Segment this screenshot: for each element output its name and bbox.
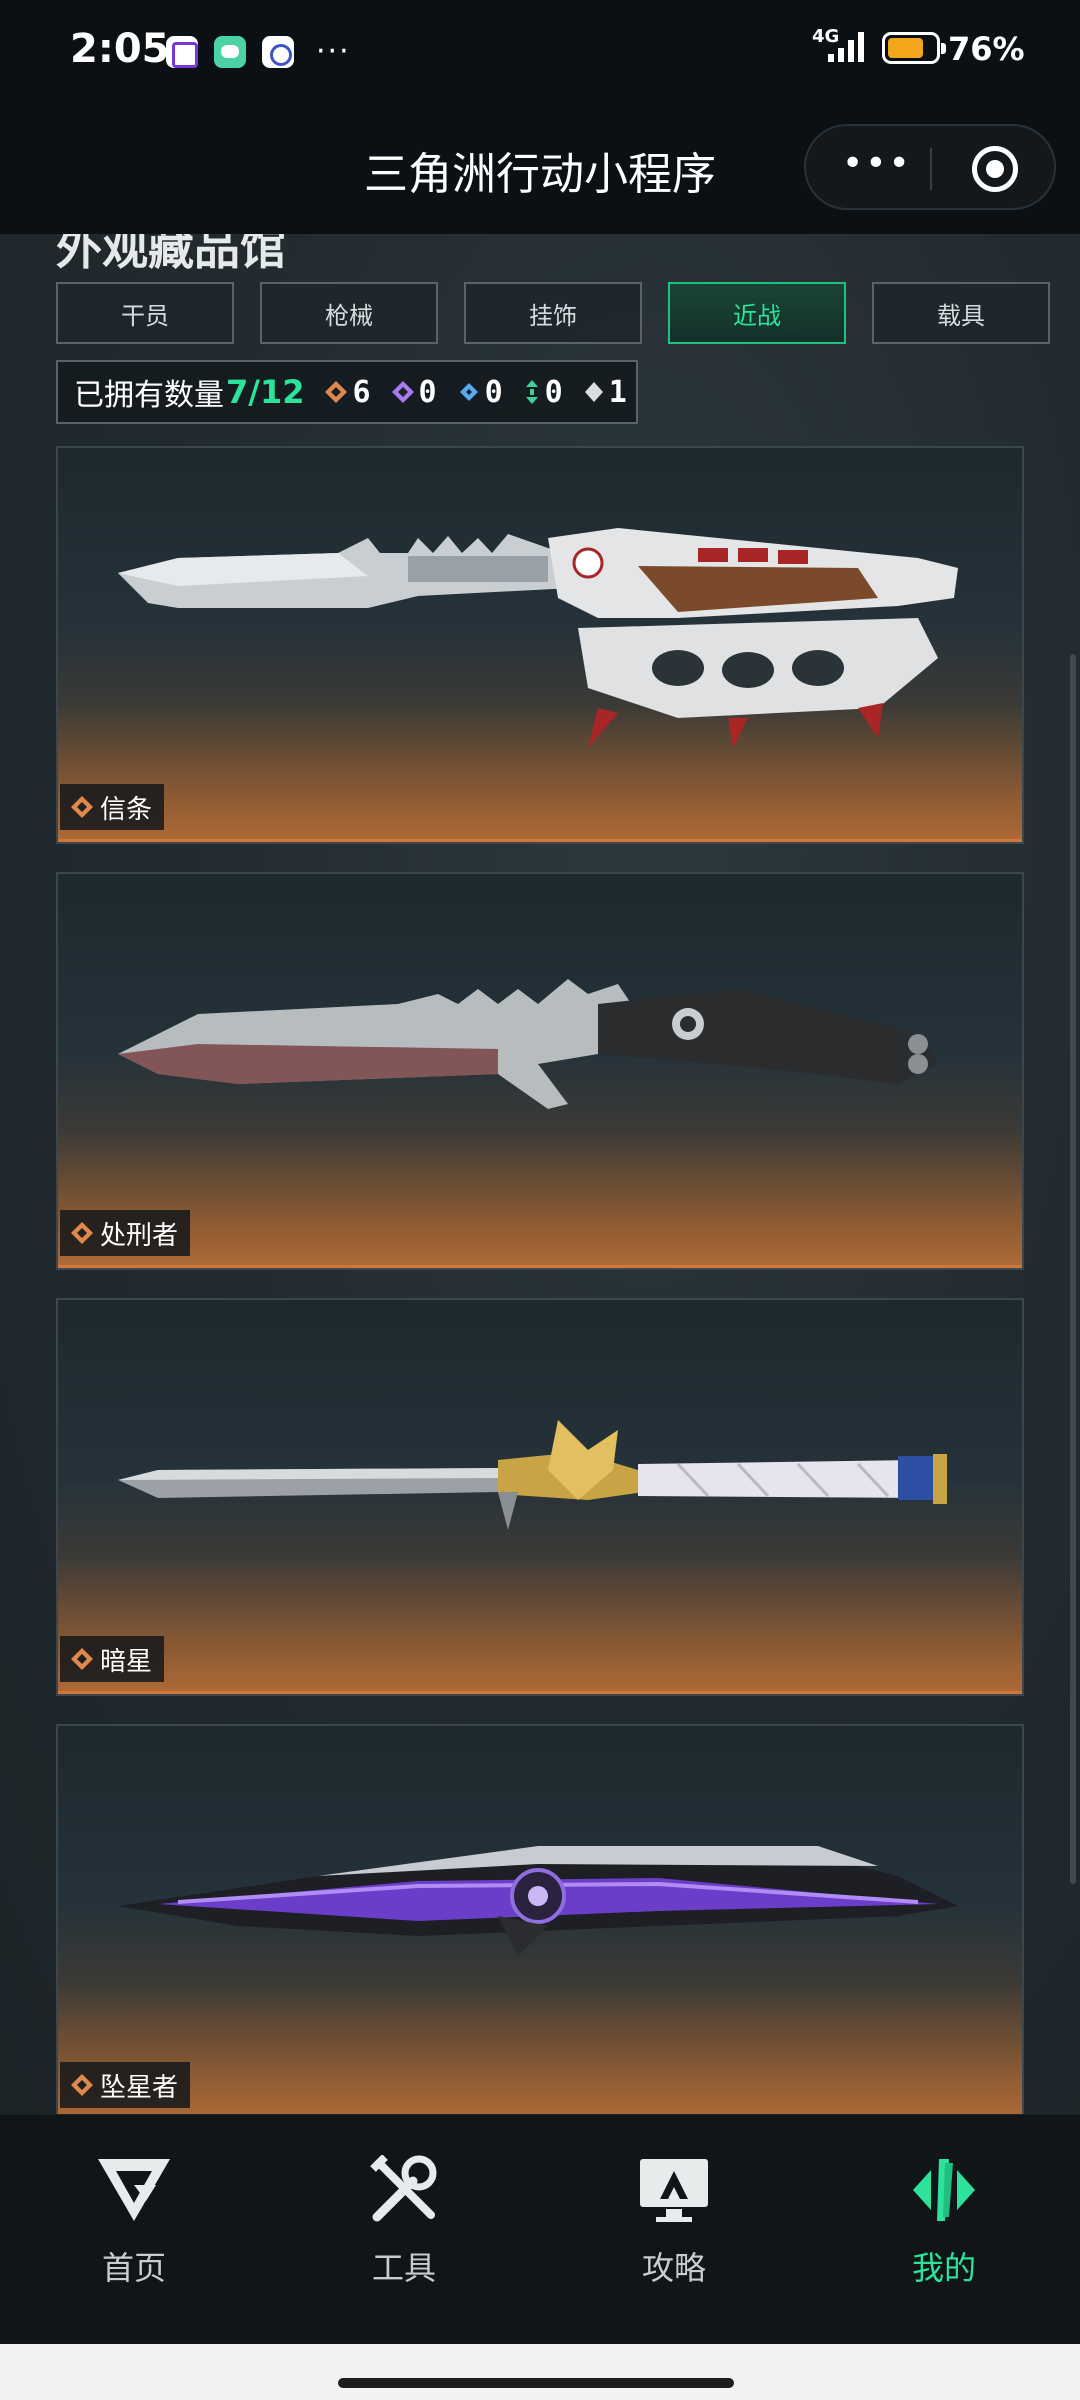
tab-vehicles[interactable]: 载具 <box>872 282 1050 344</box>
browser-notification-icon <box>262 35 294 68</box>
nav-guides[interactable]: 攻略 <box>574 2155 774 2289</box>
scrollbar[interactable] <box>1070 654 1076 1884</box>
item-name: 暗星 <box>100 1646 153 1677</box>
purple-knife-image <box>118 1846 958 1956</box>
nav-label: 我的 <box>911 2249 976 2287</box>
rarity-count-value: 0 <box>484 374 503 410</box>
owned-count: 7/12 <box>226 373 305 411</box>
owned-label: 已拥有数量 <box>74 378 224 413</box>
capsule-menu: ••• <box>804 124 1056 210</box>
app-notification-icon <box>166 35 198 68</box>
blue-diamond-icon <box>459 383 478 401</box>
green-diamond-icon <box>525 380 538 404</box>
mini-program-title-bar: 三角洲行动小程序 ••• <box>0 100 1080 234</box>
rarity-count-value: 0 <box>418 374 437 410</box>
combat-knife-image <box>118 979 938 1109</box>
nav-tools[interactable]: 工具 <box>304 2155 504 2289</box>
item-name: 处刑者 <box>100 1220 179 1251</box>
rarity-count-green: 0 <box>523 375 563 410</box>
collection-content[interactable]: 外观藏品馆 干员 枪械 挂饰 近战 载具 已拥有数量 7/12 6 0 0 0 … <box>0 234 1080 2114</box>
owned-count-panel: 已拥有数量 7/12 6 0 0 0 1 <box>56 360 638 424</box>
nav-home[interactable]: 首页 <box>34 2155 234 2289</box>
battery-percent: 76% <box>948 30 1025 68</box>
rarity-count-value: 1 <box>608 374 627 410</box>
rarity-line <box>58 839 1022 842</box>
rarity-count-orange: 6 <box>324 374 371 410</box>
orange-diamond-icon <box>325 381 348 403</box>
white-diamond-icon <box>584 382 603 402</box>
bottom-navigation: 首页 工具 攻略 我的 <box>0 2114 1080 2344</box>
item-name: 信条 <box>100 794 153 825</box>
category-tabs: 干员 枪械 挂饰 近战 载具 <box>56 282 1050 344</box>
orange-diamond-icon <box>71 1648 93 1670</box>
signal-icon <box>828 32 864 62</box>
more-dots-icon[interactable]: ••• <box>842 146 910 186</box>
melee-item-list: 信条 处刑者 暗星 坠星者 <box>56 446 1024 2114</box>
system-home-bar <box>0 2344 1080 2400</box>
tab-firearms[interactable]: 枪械 <box>260 282 438 344</box>
orange-diamond-icon <box>71 1222 93 1244</box>
rarity-count-purple: 0 <box>391 375 437 410</box>
rarity-count-value: 6 <box>352 374 371 410</box>
item-name-tag: 暗星 <box>60 1636 165 1682</box>
nav-label: 攻略 <box>641 2249 706 2287</box>
item-name: 坠星者 <box>100 2072 179 2103</box>
tab-operators[interactable]: 干员 <box>56 282 234 344</box>
chat-notification-icon <box>214 35 246 68</box>
target-icon[interactable] <box>972 146 1018 192</box>
orange-diamond-icon <box>71 796 93 818</box>
knuckle-knife-image <box>118 528 958 748</box>
rarity-count-value: 0 <box>544 374 563 410</box>
item-name-tag: 信条 <box>60 784 165 830</box>
status-bar: 2:05 ··· 4G 76% <box>0 0 1080 100</box>
status-time: 2:05 <box>70 26 170 72</box>
melee-item-card[interactable]: 信条 <box>56 446 1024 844</box>
nav-label: 首页 <box>101 2249 166 2287</box>
tab-charms[interactable]: 挂饰 <box>464 282 642 344</box>
tab-melee[interactable]: 近战 <box>668 282 846 344</box>
notification-icons: ··· <box>166 34 351 69</box>
section-title: 外观藏品馆 <box>56 234 286 275</box>
melee-item-card[interactable]: 坠星者 <box>56 1724 1024 2114</box>
tools-icon <box>370 2155 437 2222</box>
profile-logo-icon <box>913 2159 975 2221</box>
rarity-line <box>58 1691 1022 1694</box>
nav-profile[interactable]: 我的 <box>844 2155 1044 2289</box>
home-indicator[interactable] <box>338 2378 734 2388</box>
home-logo-icon <box>98 2159 170 2221</box>
capsule-divider <box>930 148 932 190</box>
guide-monitor-icon <box>640 2159 708 2222</box>
nav-label: 工具 <box>371 2249 436 2287</box>
item-name-tag: 坠星者 <box>60 2062 191 2108</box>
melee-item-card[interactable]: 处刑者 <box>56 872 1024 1270</box>
more-notifications-icon: ··· <box>316 34 351 69</box>
battery-icon <box>882 32 946 64</box>
item-name-tag: 处刑者 <box>60 1210 191 1256</box>
rarity-line <box>58 1265 1022 1268</box>
orange-diamond-icon <box>71 2074 93 2096</box>
melee-item-card[interactable]: 暗星 <box>56 1298 1024 1696</box>
rarity-count-blue: 0 <box>457 375 503 410</box>
rarity-count-white: 1 <box>583 375 627 410</box>
purple-diamond-icon <box>391 381 414 403</box>
eagle-knife-image <box>118 1420 947 1530</box>
